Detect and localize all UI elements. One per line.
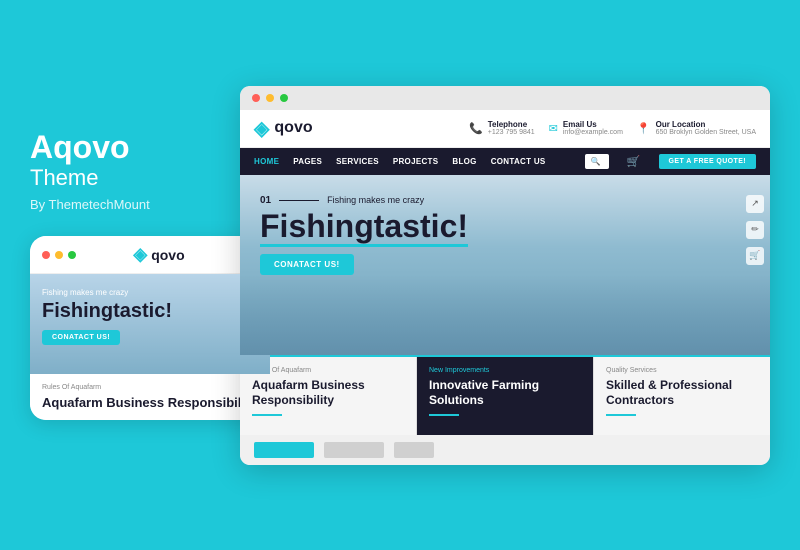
card-underline: [606, 414, 636, 416]
card-category: Rules Of Aquafarm: [252, 367, 404, 374]
hero-title-text: Fishingtastic!: [260, 208, 468, 247]
desktop-bottom-strip: [240, 435, 770, 465]
desktop-chrome-bar: [240, 86, 770, 110]
contact-location: 📍 Our Location 650 Broklyn Golden Street…: [637, 120, 756, 136]
chrome-dot-yellow: [266, 94, 274, 102]
card-innovative[interactable]: New Improvements Innovative Farming Solu…: [417, 357, 594, 435]
email-label: Email Us: [563, 120, 623, 129]
contact-phone: 📞 Telephone +123 795 9841: [469, 120, 535, 136]
hero-cta-button[interactable]: CONATACT US!: [260, 254, 354, 275]
contact-info: 📞 Telephone +123 795 9841 ✉ Email Us inf…: [469, 120, 756, 136]
mobile-hero: Fishing makes me crazy Fishingtastic! CO…: [30, 274, 270, 374]
desktop-logo-text: qovo: [274, 119, 312, 137]
dot-green: [68, 251, 76, 259]
mobile-card-title: Aquafarm Business Responsibility: [42, 395, 258, 410]
nav-item-blog[interactable]: BLOG: [452, 157, 476, 166]
brand-theme: Theme: [30, 165, 230, 191]
card-title: Skilled & Professional Contractors: [606, 378, 758, 409]
mobile-dots: [42, 251, 76, 259]
mobile-hero-title: Fishingtastic!: [42, 300, 258, 322]
edit-icon[interactable]: ✏: [746, 221, 764, 239]
brand-title: Aqovo: [30, 129, 130, 165]
brand-by: By ThemetechMount: [30, 197, 230, 212]
mobile-logo: ◈ qovo: [133, 244, 184, 265]
email-icon: ✉: [549, 122, 558, 135]
mobile-logo-icon: ◈: [133, 244, 147, 265]
desktop-mockup: ◈ qovo 📞 Telephone +123 795 9841 ✉ Email…: [240, 86, 770, 465]
nav-item-services[interactable]: SERVICES: [336, 157, 379, 166]
hero-number: 01: [260, 195, 271, 206]
nav-item-pages[interactable]: PAGES: [293, 157, 322, 166]
desktop-topbar: ◈ qovo 📞 Telephone +123 795 9841 ✉ Email…: [240, 110, 770, 148]
card-contractors[interactable]: Quality Services Skilled & Professional …: [594, 357, 770, 435]
brand-name: Aqovo Theme: [30, 130, 230, 191]
chrome-dot-green: [280, 94, 288, 102]
card-category: Quality Services: [606, 367, 758, 374]
nav-cta-button[interactable]: GET A FREE QUOTE!: [659, 154, 756, 169]
nav-item-projects[interactable]: PROJECTS: [393, 157, 439, 166]
phone-label: Telephone: [488, 120, 535, 129]
nav-search-input[interactable]: [585, 154, 609, 169]
hero-bg-overlay: [240, 275, 770, 355]
bottom-block-blue: [254, 442, 314, 458]
card-title: Aquafarm Business Responsibility: [252, 378, 404, 409]
location-label: Our Location: [656, 120, 756, 129]
desktop-hero: 01 Fishing makes me crazy Fishingtastic!…: [240, 175, 770, 355]
hero-subtitle-line: 01 Fishing makes me crazy: [260, 195, 750, 206]
dot-red: [42, 251, 50, 259]
card-underline: [252, 414, 282, 416]
phone-value: +123 795 9841: [488, 129, 535, 136]
desktop-logo: ◈ qovo: [254, 116, 313, 141]
phone-icon: 📞: [469, 122, 483, 135]
bottom-block-small: [394, 442, 434, 458]
mobile-cta-button[interactable]: CONATACT US!: [42, 330, 120, 345]
mobile-card-category: Rules Of Aquafarm: [42, 384, 258, 391]
hero-side-icons: ↗ ✏ 🛒: [746, 195, 764, 265]
left-panel: Aqovo Theme By ThemetechMount ◈ qovo Fis…: [30, 130, 230, 420]
chrome-dot-red: [252, 94, 260, 102]
cart-side-icon[interactable]: 🛒: [746, 247, 764, 265]
hero-divider: [279, 200, 319, 201]
card-underline: [429, 414, 459, 416]
location-value: 650 Broklyn Golden Street, USA: [656, 129, 756, 136]
desktop-logo-icon: ◈: [254, 116, 269, 141]
dot-yellow: [55, 251, 63, 259]
mobile-topbar: ◈ qovo: [30, 236, 270, 274]
mobile-hero-subtitle: Fishing makes me crazy: [42, 288, 258, 297]
hero-subtitle: Fishing makes me crazy: [327, 195, 424, 205]
nav-item-home[interactable]: HOME: [254, 157, 279, 166]
bottom-block-light: [324, 442, 384, 458]
desktop-cards: Rules Of Aquafarm Aquafarm Business Resp…: [240, 355, 770, 435]
desktop-nav: HOME PAGES SERVICES PROJECTS BLOG CONTAC…: [240, 148, 770, 175]
hero-title: Fishingtastic!: [260, 210, 750, 242]
share-icon[interactable]: ↗: [746, 195, 764, 213]
cart-icon[interactable]: 🛒: [627, 155, 641, 168]
email-value: info@example.com: [563, 129, 623, 136]
nav-item-contact[interactable]: CONTACT US: [491, 157, 546, 166]
mobile-card-section: Rules Of Aquafarm Aquafarm Business Resp…: [30, 374, 270, 420]
mobile-mockup: ◈ qovo Fishing makes me crazy Fishingtas…: [30, 236, 270, 420]
contact-email: ✉ Email Us info@example.com: [549, 120, 623, 136]
card-category: New Improvements: [429, 367, 581, 374]
mobile-logo-text: qovo: [151, 247, 184, 263]
location-icon: 📍: [637, 122, 651, 135]
card-title: Innovative Farming Solutions: [429, 378, 581, 409]
